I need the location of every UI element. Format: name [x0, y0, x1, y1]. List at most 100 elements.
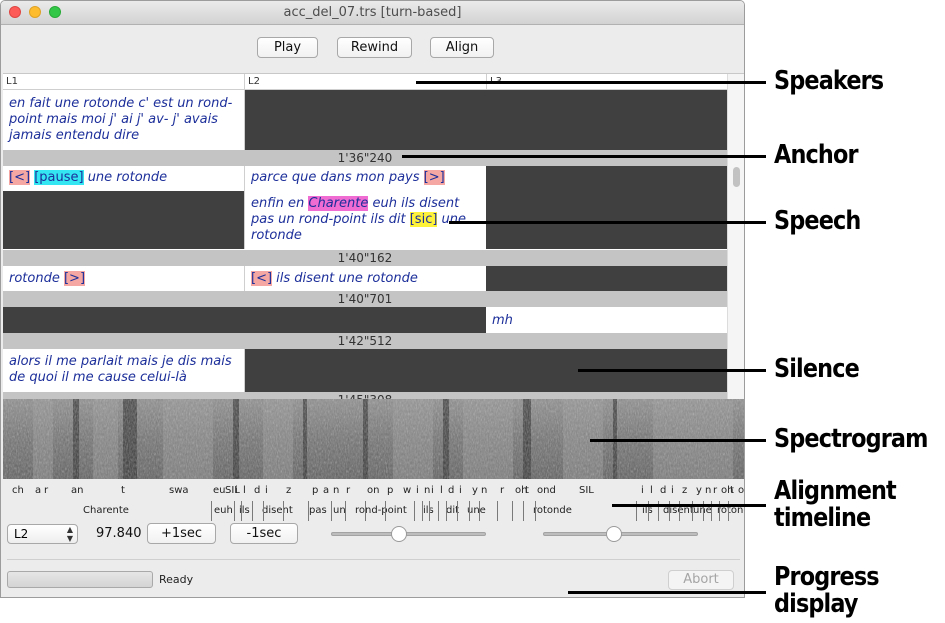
silence-leader-line [578, 369, 766, 372]
speakers-callout: Speakers [774, 66, 884, 96]
phoneme-label: i [671, 485, 674, 496]
phoneme-label: a [323, 485, 330, 496]
window-title: acc_del_07.trs [turn-based] [283, 5, 462, 20]
phoneme-label: i [431, 485, 434, 496]
phoneme-label: t [525, 485, 529, 496]
silence-callout: Silence [774, 354, 860, 384]
turn-text-l1[interactable]: [<] [pause] une rotonde [9, 170, 167, 186]
scrollbar-thumb[interactable] [733, 167, 740, 187]
turn-text-l1[interactable]: alors il me parlait mais je dis mais de … [9, 354, 239, 386]
time-anchor[interactable]: 1'40"162 [3, 250, 727, 266]
spectrogram-callout: Spectrogram [774, 424, 928, 454]
time-anchor[interactable]: 1'36"240 [3, 150, 727, 166]
alignment-tick [241, 501, 242, 521]
minus-one-second-button[interactable]: -1sec [230, 523, 298, 544]
column-divider [244, 166, 245, 249]
transcript-scrollbar[interactable] [727, 74, 744, 400]
silence-block [3, 191, 244, 249]
slider-1-track[interactable] [331, 532, 486, 536]
speaker-header-l1: L1 [3, 74, 244, 90]
phoneme-label: p [312, 485, 319, 496]
slider-1-knob[interactable] [391, 526, 408, 542]
time-anchor[interactable]: 1'40"701 [3, 291, 727, 307]
alignment-tick [308, 501, 309, 521]
alignment-tick [252, 501, 253, 521]
alignment-tick [497, 501, 498, 521]
progress-leader-line [568, 591, 766, 594]
alignment-tick [234, 501, 235, 521]
alignment-tick [535, 501, 536, 521]
status-text: Ready [159, 573, 194, 586]
phoneme-label: d [254, 485, 261, 496]
word-label: un [333, 505, 346, 516]
progress-callout-line1: Progress [774, 562, 880, 592]
phoneme-label: on [738, 485, 744, 496]
alignment-tick [331, 501, 332, 521]
time-anchor[interactable]: 1'42"512 [3, 333, 727, 349]
alignment-tick [523, 501, 524, 521]
time-value: 97.840 [96, 526, 142, 541]
alignment-tick [438, 501, 439, 521]
alignment-timeline[interactable]: ch a r an t swa eu SIL i l d i z p a n r on p w i n i l d i y n r oh t… [3, 479, 744, 521]
phoneme-label: i [235, 485, 238, 496]
overlap-end-tag: [>] [423, 170, 445, 185]
phoneme-label: t [121, 485, 125, 496]
alignment-tick [365, 501, 366, 521]
phoneme-label: r [500, 485, 505, 496]
phoneme-label: z [682, 485, 688, 496]
speech-text: rotonde [9, 271, 64, 286]
phoneme-label: SIL [579, 485, 594, 496]
word-label: rond-point [355, 505, 407, 516]
alignment-tick [211, 501, 212, 521]
speaker-select-value: L2 [14, 527, 29, 541]
silence-block [486, 266, 727, 291]
alignment-tick [385, 501, 386, 521]
phoneme-label: i [416, 485, 419, 496]
alignment-tick [263, 501, 264, 521]
slider-2-knob[interactable] [606, 526, 623, 542]
alignment-callout-line2: timeline [774, 503, 871, 533]
silence-block [245, 90, 727, 150]
alignment-tick [422, 501, 423, 521]
turn-text-l2[interactable]: [<] ils disent une rotonde [251, 271, 418, 287]
alignment-tick [414, 501, 415, 521]
phoneme-label: p [387, 485, 394, 496]
turn-text-l1[interactable]: en fait une rotonde c' est un rond-point… [9, 96, 239, 144]
turn-text-l3[interactable]: mh [492, 313, 513, 329]
column-divider [244, 90, 245, 150]
phoneme-label: n [705, 485, 712, 496]
align-button[interactable]: Align [430, 37, 494, 58]
abort-button[interactable]: Abort [668, 570, 734, 590]
word-label: pas [309, 505, 327, 516]
transcript-panel[interactable]: L1 L2 L3 en fait une rotonde c' est un r… [3, 73, 744, 400]
phoneme-label: ond [537, 485, 556, 496]
silence-block [486, 166, 727, 249]
progress-callout-line2: display [774, 589, 858, 619]
alignment-tick [345, 501, 346, 521]
app-window: acc_del_07.trs [turn-based] Play Rewind … [0, 0, 745, 598]
alignment-callout-line1: Alignment [774, 476, 897, 506]
play-button[interactable]: Play [257, 37, 318, 58]
speech-leader-line [449, 221, 766, 224]
speaker-select[interactable]: L2 ▲ ▼ [7, 524, 78, 544]
spectrogram-leader-line [590, 439, 766, 442]
speech-text: une rotonde [83, 170, 168, 185]
separator [7, 559, 740, 560]
alignment-leader-line [612, 504, 766, 507]
phoneme-label: eu [213, 485, 226, 496]
phoneme-label: i [265, 485, 268, 496]
turn-text-l2[interactable]: enfin en Charente euh ils disent pas un … [251, 196, 481, 244]
pause-tag: [pause] [34, 170, 84, 185]
overlap-start-tag: [<] [251, 271, 273, 286]
turn-text-l1[interactable]: rotonde [>] [9, 271, 86, 287]
turn-text-l2[interactable]: parce que dans mon pays [>] [251, 170, 445, 186]
phoneme-label: r [44, 485, 49, 496]
rewind-button[interactable]: Rewind [337, 37, 412, 58]
word-label: euh [214, 505, 233, 516]
phoneme-label: i [641, 485, 644, 496]
phoneme-label: r [713, 485, 718, 496]
plus-one-second-button[interactable]: +1sec [147, 523, 216, 544]
phoneme-label: n [481, 485, 488, 496]
alignment-tick [429, 501, 430, 521]
silence-block [3, 307, 486, 333]
